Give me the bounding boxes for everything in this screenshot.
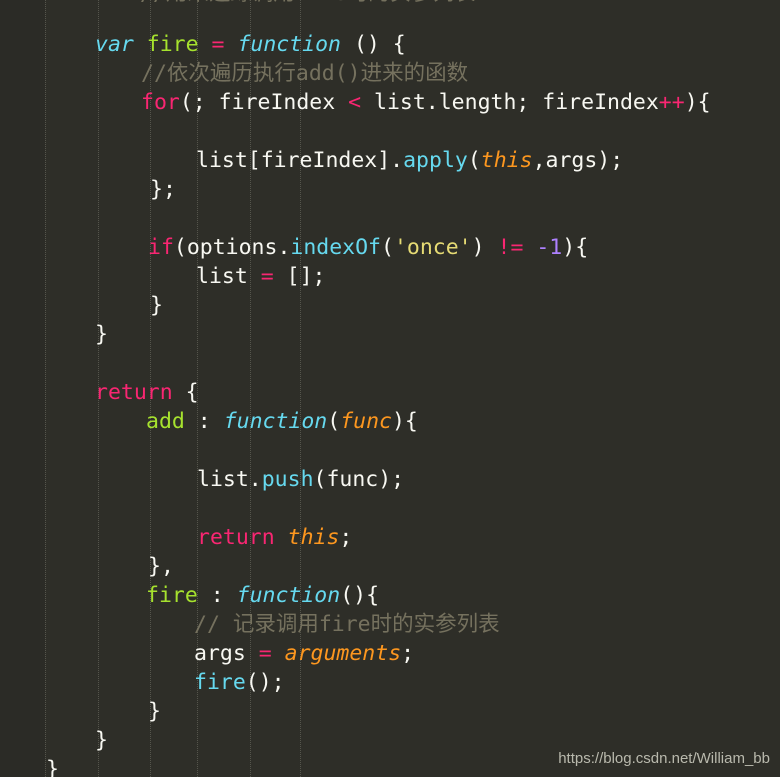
code-token: var: [95, 32, 134, 57]
code-token: (: [467, 148, 481, 173]
code-line-1: //依次遍历执行add()进来的函数: [0, 59, 468, 88]
code-token: ;: [339, 525, 353, 550]
code-line-5: if(options.indexOf('once') != -1){: [0, 233, 588, 262]
code-token: () {: [341, 32, 406, 57]
watermark-url: https://blog.csdn.net/William_bb: [558, 750, 770, 767]
code-token: indexOf: [290, 235, 381, 260]
code-token: :: [197, 583, 237, 608]
code-token: fire: [146, 583, 198, 608]
code-line-9: return {: [0, 378, 199, 407]
code-line-10: add : function(func){: [0, 407, 418, 436]
code-token: }: [150, 293, 163, 318]
code-token: push: [261, 467, 314, 492]
code-token: ;: [401, 641, 415, 666]
code-token: },: [148, 554, 174, 579]
code-comment: //用来追踪调用fire时的实参列表: [140, 0, 476, 6]
code-token: add: [146, 409, 185, 434]
code-token: 'once': [393, 235, 472, 260]
code-token: (){: [340, 583, 380, 608]
code-line-16: args = arguments;: [0, 639, 414, 668]
code-token: // 记录调用fire时的实参列表: [194, 612, 500, 637]
code-token: !=: [497, 235, 524, 260]
code-token: (: [327, 409, 341, 434]
code-token: list[fireIndex].: [196, 148, 404, 173]
code-token: (; fireIndex: [179, 90, 349, 115]
code-line-11: list.push(func);: [0, 465, 404, 494]
code-line-12: return this;: [0, 523, 352, 552]
code-token: ){: [562, 235, 589, 260]
code-token: {: [172, 380, 199, 405]
code-token: function: [223, 409, 328, 434]
code-token: (func);: [313, 467, 405, 492]
code-token: ++: [658, 90, 685, 115]
code-token: }: [46, 757, 59, 777]
code-token: this: [287, 525, 340, 550]
code-token: list: [196, 264, 261, 289]
code-token: args: [194, 641, 259, 666]
code-token: ();: [245, 670, 285, 695]
code-token: -1: [536, 235, 563, 260]
code-line-14: fire : function(){: [0, 581, 379, 610]
code-token: :: [184, 409, 224, 434]
code-token: [];: [273, 264, 326, 289]
code-line-3: list[fireIndex].apply(this,args);: [0, 146, 623, 175]
code-token: =: [258, 641, 272, 666]
code-line-7: }: [0, 291, 163, 320]
code-token: };: [150, 177, 176, 202]
code-token: return: [197, 525, 275, 550]
code-text-area[interactable]: //用来追踪调用fire时的实参列表 var fire = function ()…: [0, 0, 780, 777]
code-token: func: [340, 409, 392, 434]
code-token: this: [480, 148, 533, 173]
code-line-13: },: [0, 552, 174, 581]
code-token: }: [148, 699, 161, 724]
code-line-20: }: [0, 755, 59, 777]
code-token: apply: [403, 148, 468, 173]
code-token: (: [381, 235, 394, 260]
code-token: =: [260, 264, 274, 289]
code-token: ): [471, 235, 498, 260]
code-token: =: [211, 32, 225, 57]
code-line-15: // 记录调用fire时的实参列表: [0, 610, 500, 639]
code-line-8: }: [0, 320, 108, 349]
code-token: }: [95, 322, 108, 347]
clipped-top-comment-line: //用来追踪调用fire时的实参列表: [0, 0, 476, 8]
code-line-2: for(; fireIndex < list.length; fireIndex…: [0, 88, 711, 117]
code-token: for: [141, 90, 180, 115]
code-token: }: [95, 728, 108, 753]
code-token: list.: [197, 467, 262, 492]
code-line-17: fire();: [0, 668, 285, 697]
code-token: function: [237, 32, 341, 57]
code-editor-screenshot: //用来追踪调用fire时的实参列表 var fire = function ()…: [0, 0, 780, 777]
code-token: list.length; fireIndex: [361, 90, 659, 115]
code-token: (options.: [173, 235, 291, 260]
code-token: return: [95, 380, 173, 405]
code-token: arguments: [284, 641, 402, 666]
code-token: fire: [194, 670, 246, 695]
code-token: ){: [684, 90, 711, 115]
code-token: ){: [391, 409, 418, 434]
code-token: function: [236, 583, 341, 608]
code-token: //依次遍历执行add()进来的函数: [141, 61, 469, 86]
code-token: ,args);: [532, 148, 624, 173]
code-line-6: list = [];: [0, 262, 325, 291]
code-line-18: }: [0, 697, 161, 726]
code-token: <: [348, 90, 362, 115]
code-line-19: }: [0, 726, 108, 755]
code-line-0: var fire = function () {: [0, 30, 406, 59]
code-line-4: };: [0, 175, 176, 204]
code-token: fire: [146, 32, 199, 57]
code-token: if: [148, 235, 174, 260]
